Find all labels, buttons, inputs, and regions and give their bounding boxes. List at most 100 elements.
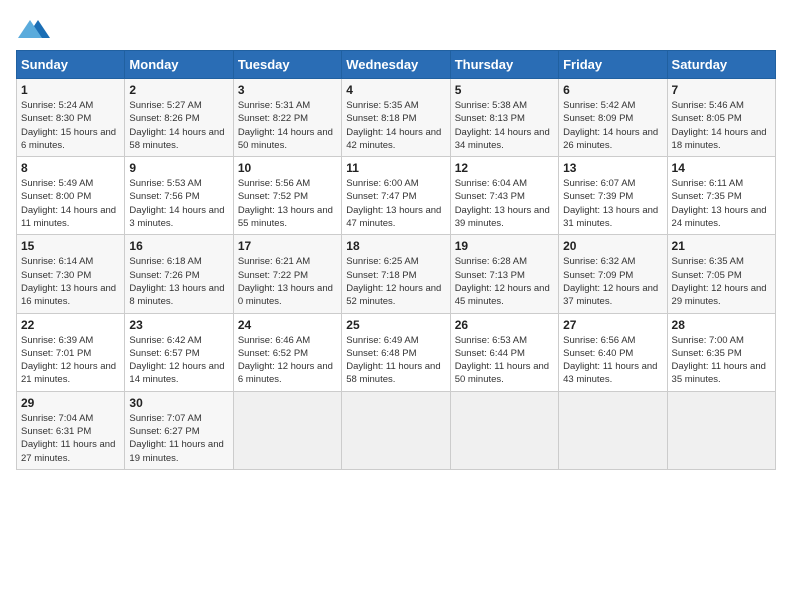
day-info: Sunrise: 5:56 AMSunset: 7:52 PMDaylight:… — [238, 177, 337, 230]
calendar-cell: 18 Sunrise: 6:25 AMSunset: 7:18 PMDaylig… — [342, 235, 450, 313]
calendar-cell: 21 Sunrise: 6:35 AMSunset: 7:05 PMDaylig… — [667, 235, 775, 313]
day-info: Sunrise: 5:38 AMSunset: 8:13 PMDaylight:… — [455, 99, 554, 152]
calendar-cell: 4 Sunrise: 5:35 AMSunset: 8:18 PMDayligh… — [342, 79, 450, 157]
calendar-cell: 6 Sunrise: 5:42 AMSunset: 8:09 PMDayligh… — [559, 79, 667, 157]
calendar-cell: 26 Sunrise: 6:53 AMSunset: 6:44 PMDaylig… — [450, 313, 558, 391]
day-number: 20 — [563, 239, 662, 253]
logo — [16, 16, 50, 38]
calendar-cell — [233, 391, 341, 469]
day-number: 15 — [21, 239, 120, 253]
calendar-week-3: 15 Sunrise: 6:14 AMSunset: 7:30 PMDaylig… — [17, 235, 776, 313]
weekday-header-monday: Monday — [125, 51, 233, 79]
day-info: Sunrise: 6:25 AMSunset: 7:18 PMDaylight:… — [346, 255, 445, 308]
day-info: Sunrise: 7:07 AMSunset: 6:27 PMDaylight:… — [129, 412, 228, 465]
day-number: 3 — [238, 83, 337, 97]
weekday-header-wednesday: Wednesday — [342, 51, 450, 79]
logo-icon — [18, 16, 50, 44]
day-info: Sunrise: 6:28 AMSunset: 7:13 PMDaylight:… — [455, 255, 554, 308]
calendar-week-2: 8 Sunrise: 5:49 AMSunset: 8:00 PMDayligh… — [17, 157, 776, 235]
calendar-cell: 13 Sunrise: 6:07 AMSunset: 7:39 PMDaylig… — [559, 157, 667, 235]
day-info: Sunrise: 6:18 AMSunset: 7:26 PMDaylight:… — [129, 255, 228, 308]
calendar-cell: 19 Sunrise: 6:28 AMSunset: 7:13 PMDaylig… — [450, 235, 558, 313]
day-info: Sunrise: 5:42 AMSunset: 8:09 PMDaylight:… — [563, 99, 662, 152]
calendar-cell: 16 Sunrise: 6:18 AMSunset: 7:26 PMDaylig… — [125, 235, 233, 313]
day-info: Sunrise: 5:49 AMSunset: 8:00 PMDaylight:… — [21, 177, 120, 230]
calendar-cell: 30 Sunrise: 7:07 AMSunset: 6:27 PMDaylig… — [125, 391, 233, 469]
page-header — [16, 16, 776, 38]
calendar-cell: 15 Sunrise: 6:14 AMSunset: 7:30 PMDaylig… — [17, 235, 125, 313]
day-info: Sunrise: 5:35 AMSunset: 8:18 PMDaylight:… — [346, 99, 445, 152]
calendar-header-row: SundayMondayTuesdayWednesdayThursdayFrid… — [17, 51, 776, 79]
calendar-cell: 8 Sunrise: 5:49 AMSunset: 8:00 PMDayligh… — [17, 157, 125, 235]
calendar-week-5: 29 Sunrise: 7:04 AMSunset: 6:31 PMDaylig… — [17, 391, 776, 469]
calendar-cell: 7 Sunrise: 5:46 AMSunset: 8:05 PMDayligh… — [667, 79, 775, 157]
calendar-week-4: 22 Sunrise: 6:39 AMSunset: 7:01 PMDaylig… — [17, 313, 776, 391]
day-info: Sunrise: 5:24 AMSunset: 8:30 PMDaylight:… — [21, 99, 120, 152]
day-info: Sunrise: 6:11 AMSunset: 7:35 PMDaylight:… — [672, 177, 771, 230]
day-info: Sunrise: 6:49 AMSunset: 6:48 PMDaylight:… — [346, 334, 445, 387]
weekday-header-saturday: Saturday — [667, 51, 775, 79]
calendar-cell: 12 Sunrise: 6:04 AMSunset: 7:43 PMDaylig… — [450, 157, 558, 235]
day-info: Sunrise: 5:31 AMSunset: 8:22 PMDaylight:… — [238, 99, 337, 152]
calendar-cell: 23 Sunrise: 6:42 AMSunset: 6:57 PMDaylig… — [125, 313, 233, 391]
weekday-header-tuesday: Tuesday — [233, 51, 341, 79]
day-number: 11 — [346, 161, 445, 175]
day-number: 22 — [21, 318, 120, 332]
calendar-cell — [667, 391, 775, 469]
day-info: Sunrise: 6:56 AMSunset: 6:40 PMDaylight:… — [563, 334, 662, 387]
day-number: 14 — [672, 161, 771, 175]
day-number: 16 — [129, 239, 228, 253]
day-number: 1 — [21, 83, 120, 97]
day-info: Sunrise: 6:53 AMSunset: 6:44 PMDaylight:… — [455, 334, 554, 387]
day-info: Sunrise: 7:04 AMSunset: 6:31 PMDaylight:… — [21, 412, 120, 465]
day-number: 2 — [129, 83, 228, 97]
day-number: 6 — [563, 83, 662, 97]
calendar-cell: 5 Sunrise: 5:38 AMSunset: 8:13 PMDayligh… — [450, 79, 558, 157]
day-number: 8 — [21, 161, 120, 175]
day-number: 4 — [346, 83, 445, 97]
day-number: 18 — [346, 239, 445, 253]
day-info: Sunrise: 6:04 AMSunset: 7:43 PMDaylight:… — [455, 177, 554, 230]
day-info: Sunrise: 6:46 AMSunset: 6:52 PMDaylight:… — [238, 334, 337, 387]
calendar-cell: 24 Sunrise: 6:46 AMSunset: 6:52 PMDaylig… — [233, 313, 341, 391]
day-info: Sunrise: 6:21 AMSunset: 7:22 PMDaylight:… — [238, 255, 337, 308]
day-number: 30 — [129, 396, 228, 410]
calendar-cell: 22 Sunrise: 6:39 AMSunset: 7:01 PMDaylig… — [17, 313, 125, 391]
day-number: 29 — [21, 396, 120, 410]
day-number: 7 — [672, 83, 771, 97]
day-number: 10 — [238, 161, 337, 175]
day-number: 23 — [129, 318, 228, 332]
calendar-cell: 1 Sunrise: 5:24 AMSunset: 8:30 PMDayligh… — [17, 79, 125, 157]
calendar-cell: 25 Sunrise: 6:49 AMSunset: 6:48 PMDaylig… — [342, 313, 450, 391]
day-number: 24 — [238, 318, 337, 332]
day-info: Sunrise: 5:46 AMSunset: 8:05 PMDaylight:… — [672, 99, 771, 152]
day-info: Sunrise: 6:42 AMSunset: 6:57 PMDaylight:… — [129, 334, 228, 387]
calendar-cell: 3 Sunrise: 5:31 AMSunset: 8:22 PMDayligh… — [233, 79, 341, 157]
calendar-cell: 10 Sunrise: 5:56 AMSunset: 7:52 PMDaylig… — [233, 157, 341, 235]
day-number: 26 — [455, 318, 554, 332]
day-info: Sunrise: 6:35 AMSunset: 7:05 PMDaylight:… — [672, 255, 771, 308]
day-info: Sunrise: 6:14 AMSunset: 7:30 PMDaylight:… — [21, 255, 120, 308]
calendar-table: SundayMondayTuesdayWednesdayThursdayFrid… — [16, 50, 776, 470]
calendar-cell — [342, 391, 450, 469]
calendar-cell — [559, 391, 667, 469]
weekday-header-thursday: Thursday — [450, 51, 558, 79]
day-number: 9 — [129, 161, 228, 175]
day-info: Sunrise: 6:07 AMSunset: 7:39 PMDaylight:… — [563, 177, 662, 230]
calendar-cell — [450, 391, 558, 469]
day-number: 21 — [672, 239, 771, 253]
day-number: 12 — [455, 161, 554, 175]
calendar-cell: 9 Sunrise: 5:53 AMSunset: 7:56 PMDayligh… — [125, 157, 233, 235]
calendar-week-1: 1 Sunrise: 5:24 AMSunset: 8:30 PMDayligh… — [17, 79, 776, 157]
calendar-cell: 14 Sunrise: 6:11 AMSunset: 7:35 PMDaylig… — [667, 157, 775, 235]
calendar-cell: 27 Sunrise: 6:56 AMSunset: 6:40 PMDaylig… — [559, 313, 667, 391]
day-info: Sunrise: 7:00 AMSunset: 6:35 PMDaylight:… — [672, 334, 771, 387]
day-number: 28 — [672, 318, 771, 332]
day-number: 25 — [346, 318, 445, 332]
day-info: Sunrise: 6:00 AMSunset: 7:47 PMDaylight:… — [346, 177, 445, 230]
calendar-cell: 28 Sunrise: 7:00 AMSunset: 6:35 PMDaylig… — [667, 313, 775, 391]
calendar-cell: 2 Sunrise: 5:27 AMSunset: 8:26 PMDayligh… — [125, 79, 233, 157]
day-info: Sunrise: 6:32 AMSunset: 7:09 PMDaylight:… — [563, 255, 662, 308]
calendar-cell: 17 Sunrise: 6:21 AMSunset: 7:22 PMDaylig… — [233, 235, 341, 313]
day-number: 27 — [563, 318, 662, 332]
